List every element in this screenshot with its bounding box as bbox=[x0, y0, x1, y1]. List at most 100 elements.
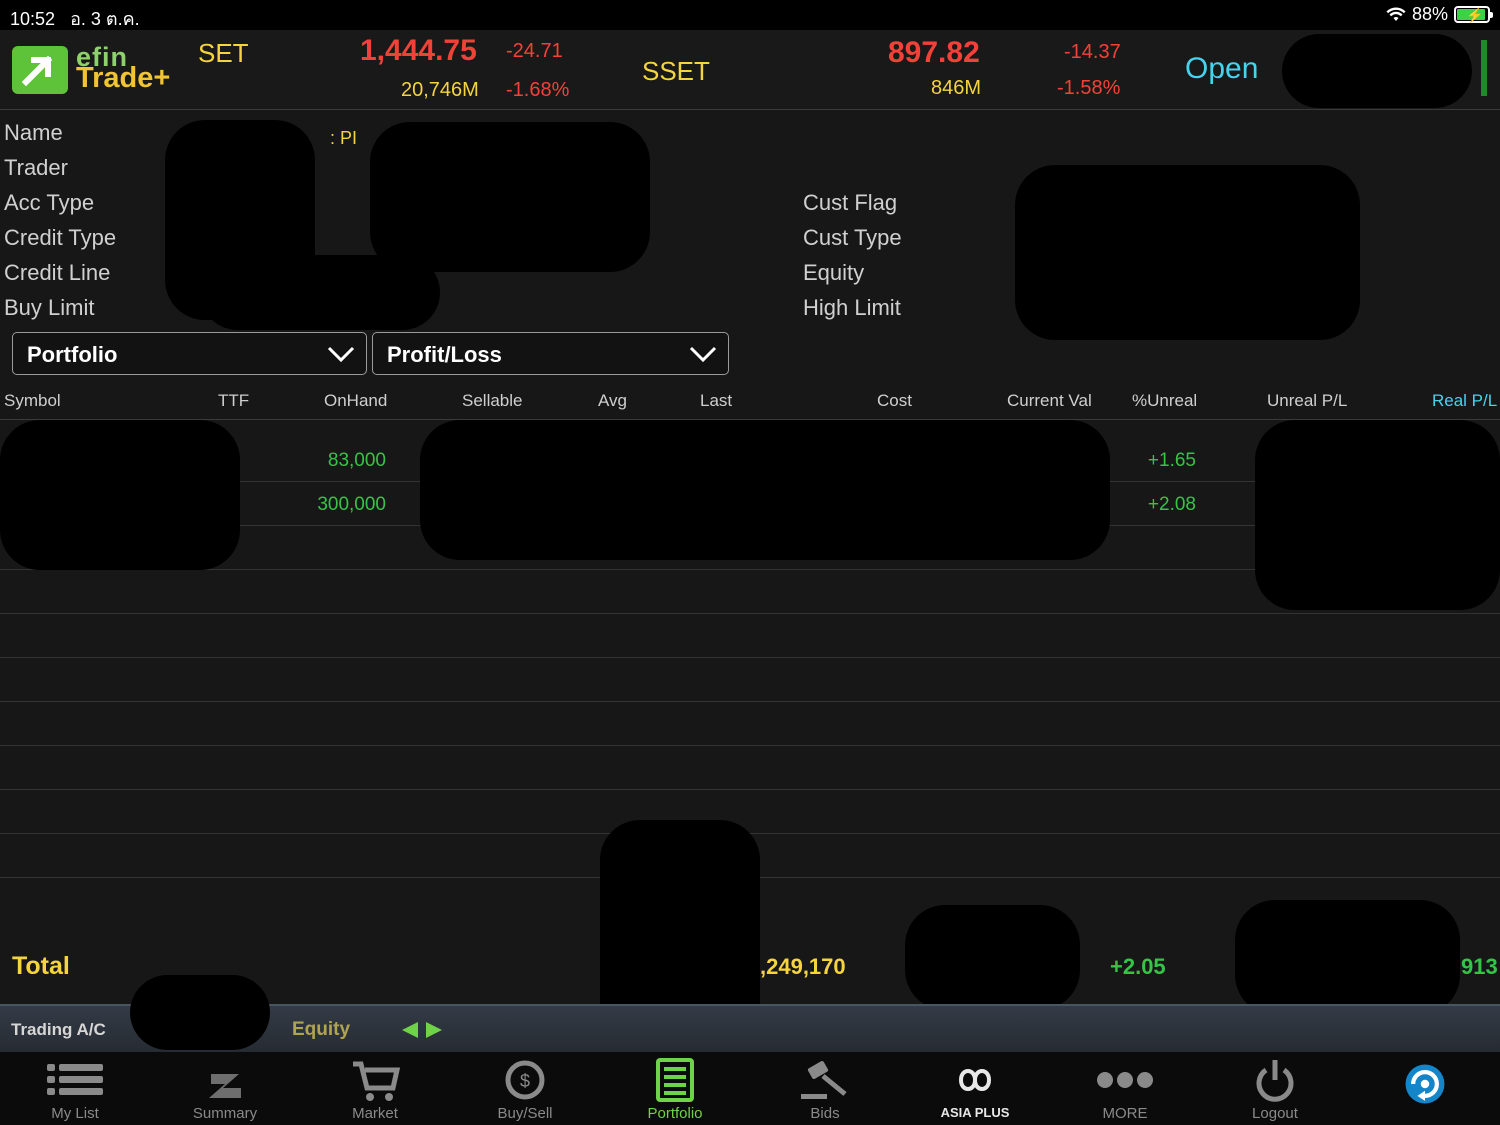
label-equity: Equity bbox=[803, 260, 865, 285]
col-sellable[interactable]: Sellable bbox=[462, 391, 523, 411]
logo-icon bbox=[12, 46, 68, 94]
set-index-volume: 20,746M bbox=[401, 79, 479, 101]
label-buy-limit: Buy Limit bbox=[4, 295, 95, 320]
label-trader: Trader bbox=[4, 155, 68, 180]
col-real-pl[interactable]: Real P/L bbox=[1432, 391, 1497, 411]
tab-label: MORE bbox=[1102, 1105, 1148, 1122]
cell-unreal-pct: +2.08 bbox=[1147, 494, 1196, 515]
redaction bbox=[1015, 165, 1360, 340]
chevron-down-icon bbox=[327, 346, 355, 363]
sset-index-change: -14.37 bbox=[1064, 41, 1121, 63]
redaction bbox=[200, 255, 440, 330]
sset-index-percent: -1.58% bbox=[1057, 77, 1121, 99]
tab-label: Bids bbox=[810, 1105, 840, 1122]
label-name: Name bbox=[4, 120, 63, 145]
sset-index-name[interactable]: SSET bbox=[642, 56, 710, 87]
redaction bbox=[1235, 900, 1460, 1015]
buy-sell-icon: $ bbox=[505, 1060, 545, 1100]
col-last[interactable]: Last bbox=[700, 391, 732, 411]
refresh-button[interactable] bbox=[1350, 1052, 1500, 1125]
col-cost[interactable]: Cost bbox=[877, 391, 912, 411]
col-avg[interactable]: Avg bbox=[598, 391, 627, 411]
asia-plus-logo-icon bbox=[958, 1069, 992, 1091]
col-current-val[interactable]: Current Val bbox=[1007, 391, 1092, 411]
tab-label: Logout bbox=[1252, 1105, 1298, 1122]
trading-account-type: Equity bbox=[292, 1019, 351, 1040]
table-row bbox=[0, 746, 1500, 790]
chevron-down-icon bbox=[689, 346, 717, 363]
tab-bar: My List Summary Market $ Buy/Sell Portfo… bbox=[0, 1052, 1500, 1125]
label-acc-type: Acc Type bbox=[4, 190, 95, 215]
table-row bbox=[0, 790, 1500, 834]
profit-loss-dropdown[interactable]: Profit/Loss bbox=[372, 332, 729, 375]
redaction bbox=[370, 122, 650, 272]
tab-market[interactable]: Market bbox=[300, 1052, 450, 1125]
tab-label: ASIA PLUS bbox=[940, 1105, 1010, 1120]
more-dots-icon bbox=[1097, 1072, 1153, 1088]
table-row bbox=[0, 658, 1500, 702]
set-index-change: -24.71 bbox=[506, 40, 563, 62]
redaction bbox=[1255, 420, 1500, 610]
col-onhand[interactable]: OnHand bbox=[324, 391, 387, 411]
market-status: Open bbox=[1185, 52, 1259, 85]
battery-icon: ⚡ bbox=[1454, 6, 1493, 23]
portfolio-document-icon bbox=[656, 1058, 694, 1102]
market-status-indicator bbox=[1481, 40, 1487, 96]
switch-account-arrows-icon[interactable] bbox=[400, 1021, 444, 1039]
profit-loss-dropdown-label: Profit/Loss bbox=[387, 342, 502, 367]
label-cust-flag: Cust Flag bbox=[803, 190, 898, 215]
status-right: 88% ⚡ bbox=[1386, 4, 1493, 25]
status-time: 10:52 อ. 3 ต.ค. bbox=[10, 9, 140, 29]
label-cust-type: Cust Type bbox=[803, 225, 902, 250]
tab-label: Summary bbox=[192, 1105, 258, 1122]
tab-more[interactable]: MORE bbox=[1050, 1052, 1200, 1125]
header: efin Trade+ SET 1,444.75 -24.71 20,746M … bbox=[0, 30, 1500, 110]
tab-label: Market bbox=[352, 1105, 398, 1122]
tab-my-list[interactable]: My List bbox=[0, 1052, 150, 1125]
wifi-icon bbox=[1386, 6, 1406, 21]
tab-asia-plus[interactable]: ASIA PLUS bbox=[900, 1052, 1050, 1125]
cart-icon bbox=[353, 1061, 401, 1101]
summary-sigma-icon bbox=[209, 1074, 241, 1098]
tab-logout[interactable]: Logout bbox=[1200, 1052, 1350, 1125]
redaction bbox=[1282, 34, 1472, 108]
col-unreal-pl[interactable]: Unreal P/L bbox=[1267, 391, 1347, 411]
trading-account-label: Trading A/C bbox=[11, 1020, 106, 1039]
set-index-percent: -1.68% bbox=[506, 79, 570, 101]
total-cost: ,249,170 bbox=[760, 954, 846, 979]
col-symbol[interactable]: Symbol bbox=[4, 391, 61, 411]
redaction bbox=[420, 420, 1110, 560]
sset-index-volume: 846M bbox=[931, 77, 982, 99]
label-high-limit: High Limit bbox=[803, 295, 901, 320]
table-row bbox=[0, 702, 1500, 746]
set-index-value: 1,444.75 bbox=[360, 34, 477, 67]
battery-percent: 88% bbox=[1411, 4, 1448, 24]
label-credit-line: Credit Line bbox=[4, 260, 111, 285]
tab-portfolio[interactable]: Portfolio bbox=[600, 1052, 750, 1125]
col-ttf[interactable]: TTF bbox=[218, 391, 249, 411]
gavel-icon bbox=[801, 1061, 847, 1099]
refresh-icon bbox=[1405, 1064, 1445, 1104]
tab-label: Portfolio bbox=[647, 1105, 703, 1122]
total-label: Total bbox=[12, 952, 70, 980]
col-unreal-pct[interactable]: %Unreal bbox=[1132, 391, 1197, 411]
brand-bottom: Trade+ bbox=[76, 62, 171, 94]
power-icon bbox=[1256, 1060, 1294, 1102]
cell-onhand: 83,000 bbox=[327, 450, 386, 471]
sset-index-value: 897.82 bbox=[888, 36, 980, 69]
total-real-pl: 913 bbox=[1461, 954, 1498, 979]
tab-summary[interactable]: Summary bbox=[150, 1052, 300, 1125]
portfolio-dropdown[interactable]: Portfolio bbox=[12, 332, 367, 375]
svg-text:$: $ bbox=[520, 1071, 530, 1091]
set-index-name[interactable]: SET bbox=[198, 38, 249, 69]
tab-label: Buy/Sell bbox=[497, 1105, 553, 1122]
cell-unreal-pct: +1.65 bbox=[1147, 450, 1196, 471]
tab-label: My List bbox=[51, 1105, 99, 1122]
redaction bbox=[130, 975, 270, 1050]
tab-bids[interactable]: Bids bbox=[750, 1052, 900, 1125]
name-value: : PI bbox=[330, 128, 358, 148]
portfolio-dropdown-label: Portfolio bbox=[27, 342, 118, 367]
table-header: Symbol TTF OnHand Sellable Avg Last Cost… bbox=[0, 384, 1500, 420]
cell-onhand: 300,000 bbox=[317, 494, 386, 515]
tab-buy-sell[interactable]: $ Buy/Sell bbox=[450, 1052, 600, 1125]
